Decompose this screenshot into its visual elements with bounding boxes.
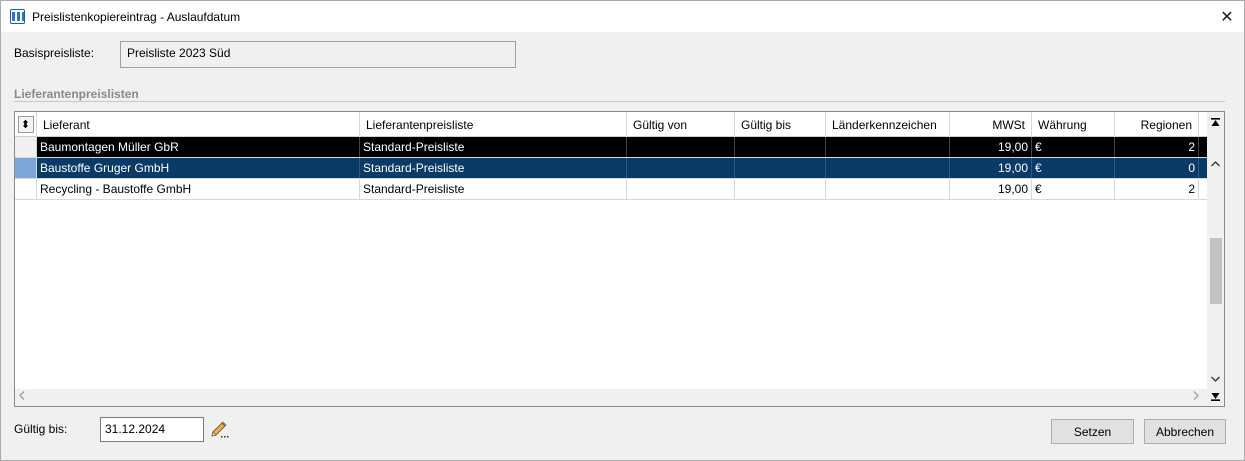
cell-lieferant: Recycling - Baustoffe GmbH	[37, 179, 360, 199]
column-header-lieferant[interactable]: Lieferant	[37, 112, 360, 137]
base-pricelist-label: Basispreisliste:	[14, 46, 95, 60]
scroll-down-icon[interactable]	[1207, 372, 1224, 386]
row-indicator[interactable]	[15, 179, 37, 199]
row-indicator[interactable]	[15, 137, 37, 157]
dialog-window: Preislistenkopiereintrag - Auslaufdatum …	[0, 0, 1245, 461]
column-header-waehrung[interactable]: Währung	[1032, 112, 1115, 137]
grid-header: ⬍ Lieferant Lieferantenpreisliste Gültig…	[15, 112, 1207, 137]
cell-laender	[826, 158, 950, 178]
close-button[interactable]: ✕	[1210, 1, 1244, 32]
scroll-up-icon[interactable]	[1207, 157, 1224, 171]
cell-preisliste: Standard-Preisliste	[360, 158, 627, 178]
cell-preisliste: Standard-Preisliste	[360, 137, 627, 157]
cell-preisliste: Standard-Preisliste	[360, 179, 627, 199]
scroll-to-top-icon[interactable]	[1207, 116, 1224, 128]
column-header-gueltig-bis[interactable]: Gültig bis	[735, 112, 826, 137]
cell-gueltig-von	[627, 158, 735, 178]
app-columns-icon	[10, 9, 25, 24]
cell-lieferant: Baumontagen Müller GbR	[37, 137, 360, 157]
section-divider	[14, 101, 1225, 102]
sort-toggle-icon[interactable]: ⬍	[17, 116, 34, 133]
horizontal-scrollbar[interactable]	[15, 389, 1207, 406]
column-header-gueltig-von[interactable]: Gültig von	[627, 112, 735, 137]
table-row[interactable]: Baustoffe Gruger GmbH Standard-Preislist…	[15, 158, 1207, 179]
edit-pencil-icon[interactable]	[209, 421, 229, 439]
column-header-mwst[interactable]: MWSt	[950, 112, 1032, 137]
valid-until-label: Gültig bis:	[14, 422, 68, 436]
cell-mwst: 19,00	[950, 137, 1032, 157]
window-title: Preislistenkopiereintrag - Auslaufdatum	[32, 10, 241, 24]
set-button[interactable]: Setzen	[1051, 419, 1134, 444]
scroll-left-icon[interactable]	[19, 391, 25, 403]
cell-lieferant: Baustoffe Gruger GmbH	[37, 158, 360, 178]
cell-mwst: 19,00	[950, 158, 1032, 178]
row-indicator[interactable]	[15, 158, 37, 178]
column-header-laenderkennzeichen[interactable]: Länderkennzeichen	[826, 112, 950, 137]
cell-regionen: 2	[1115, 179, 1199, 199]
scroll-to-bottom-icon[interactable]	[1207, 390, 1224, 402]
cell-gueltig-von	[627, 137, 735, 157]
cell-regionen: 2	[1115, 137, 1199, 157]
cell-laender	[826, 137, 950, 157]
supplier-pricelist-grid[interactable]: ⬍ Lieferant Lieferantenpreisliste Gültig…	[14, 111, 1225, 407]
vertical-scrollbar[interactable]	[1207, 112, 1224, 406]
cell-gueltig-bis	[735, 137, 826, 157]
base-pricelist-field: Preisliste 2023 Süd	[120, 41, 516, 68]
table-row[interactable]: Recycling - Baustoffe GmbH Standard-Prei…	[15, 179, 1207, 200]
section-title: Lieferantenpreislisten	[14, 87, 139, 101]
title-bar: Preislistenkopiereintrag - Auslaufdatum …	[1, 1, 1244, 32]
cell-mwst: 19,00	[950, 179, 1032, 199]
cell-regionen: 0	[1115, 158, 1199, 178]
valid-until-input[interactable]: 31.12.2024	[100, 417, 204, 442]
cell-waehrung: €	[1032, 179, 1115, 199]
column-header-lieferantenpreisliste[interactable]: Lieferantenpreisliste	[360, 112, 627, 137]
cell-gueltig-bis	[735, 179, 826, 199]
close-icon: ✕	[1220, 8, 1234, 26]
cell-gueltig-von	[627, 179, 735, 199]
scroll-right-icon[interactable]	[1193, 391, 1199, 403]
cancel-button[interactable]: Abbrechen	[1144, 419, 1226, 444]
grid-rows: Baumontagen Müller GbR Standard-Preislis…	[15, 137, 1207, 200]
cell-gueltig-bis	[735, 158, 826, 178]
cell-laender	[826, 179, 950, 199]
column-header-regionen[interactable]: Regionen	[1115, 112, 1199, 137]
scrollbar-thumb[interactable]	[1210, 238, 1222, 304]
cell-waehrung: €	[1032, 158, 1115, 178]
cell-waehrung: €	[1032, 137, 1115, 157]
table-row[interactable]: Baumontagen Müller GbR Standard-Preislis…	[15, 137, 1207, 158]
